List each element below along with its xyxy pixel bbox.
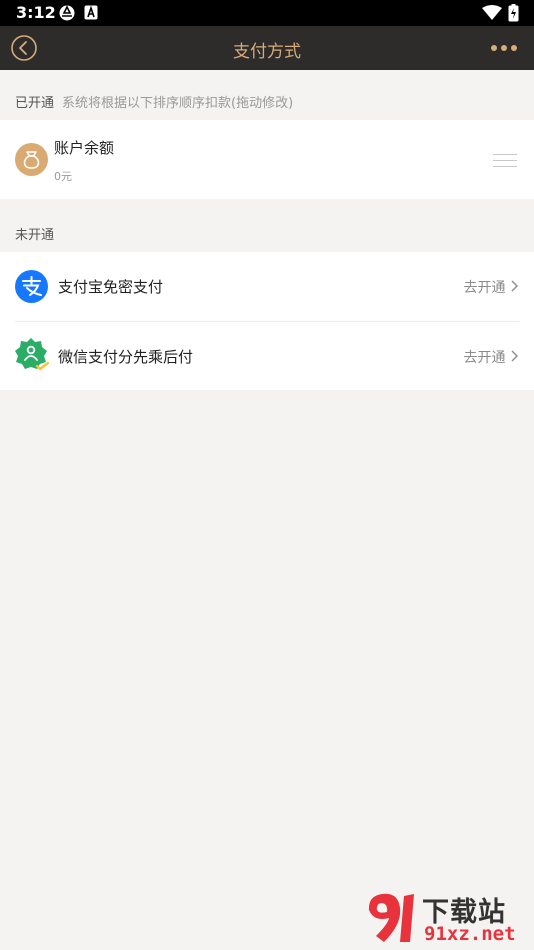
alipay-activate-link[interactable]: 去开通 <box>464 277 518 297</box>
page-title: 支付方式 <box>233 42 301 62</box>
alipay-row[interactable]: 支付宝免密支付 去开通 <box>0 252 534 321</box>
status-bar: 3:12 <box>0 0 534 26</box>
alipay-title: 支付宝免密支付 <box>58 278 164 296</box>
watermark-url: 91xz.net <box>424 923 516 945</box>
watermark: 下载站 91xz.net <box>362 890 530 946</box>
disabled-list: 支付宝免密支付 去开通 微信支付分先乘后付 去开通 <box>0 252 534 390</box>
wechat-pay-row[interactable]: 微信支付分先乘后付 去开通 <box>0 322 534 390</box>
status-time: 3:12 <box>16 3 56 22</box>
wechat-pay-title: 微信支付分先乘后付 <box>58 348 194 366</box>
alipay-activate-label: 去开通 <box>463 280 506 296</box>
chevron-right-icon <box>511 280 518 292</box>
drag-handle-icon[interactable] <box>493 154 517 168</box>
wechat-pay-activate-link[interactable]: 去开通 <box>464 347 518 367</box>
shutter-icon <box>59 5 75 21</box>
alipay-icon <box>15 270 48 303</box>
enabled-label: 已开通 <box>15 96 55 111</box>
balance-title: 账户余额 <box>54 139 115 157</box>
sort-hint: 系统将根据以下排序顺序扣款(拖动修改) <box>62 96 294 111</box>
balance-amount: 0元 <box>54 170 72 183</box>
enabled-section-label: 已开通 系统将根据以下排序顺序扣款(拖动修改) <box>15 92 293 111</box>
more-options-button[interactable] <box>490 39 518 57</box>
chevron-right-icon <box>511 350 518 362</box>
money-bag-icon <box>15 143 48 176</box>
battery-charging-icon <box>508 4 519 22</box>
balance-row[interactable]: 账户余额 0元 <box>0 120 534 199</box>
wechat-pay-activate-label: 去开通 <box>463 350 506 366</box>
watermark-logo-icon <box>368 893 414 942</box>
wechat-pay-score-icon <box>15 338 50 371</box>
app-header: 支付方式 <box>0 26 534 70</box>
disabled-section-label: 未开通 <box>15 228 55 243</box>
keyboard-a-icon <box>84 5 98 20</box>
wifi-icon <box>482 5 502 20</box>
